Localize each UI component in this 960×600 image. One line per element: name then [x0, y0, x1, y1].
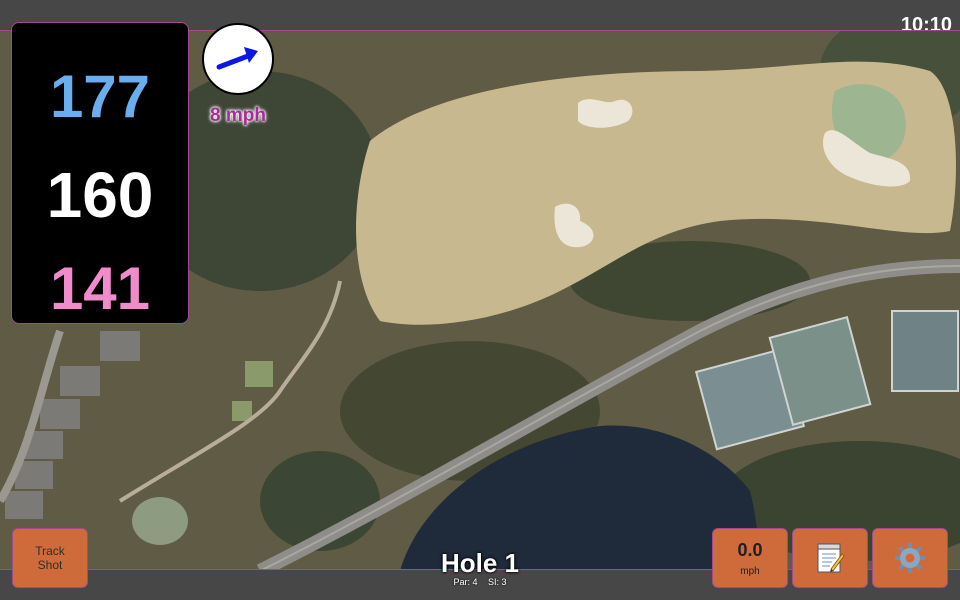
distance-panel: 177 160 141 [11, 22, 189, 324]
gear-icon [895, 543, 925, 573]
settings-button[interactable] [872, 528, 948, 588]
wind-speed-label: 8 mph [210, 105, 266, 126]
arrow-east-northeast-icon [216, 47, 258, 70]
hole-title: Hole 1 [440, 548, 520, 578]
notepad-icon [817, 543, 845, 573]
track-shot-label-line2: Shot [37, 558, 63, 572]
center-distance: 160 [46, 159, 154, 231]
notes-button[interactable] [792, 528, 868, 588]
wind-direction-indicator[interactable] [202, 23, 274, 95]
shot-wind-button[interactable]: 0.0 mph [712, 528, 788, 588]
front-distance: 141 [49, 255, 151, 322]
stroke-index-label: SI: 3 [488, 577, 507, 587]
back-distance: 177 [49, 63, 151, 130]
hole-info: Par: 4 SI: 3 [380, 577, 580, 587]
par-label: Par: 4 [453, 577, 478, 587]
track-shot-label-line1: Track [35, 544, 65, 558]
shot-wind-value: 0.0 [737, 540, 763, 560]
track-shot-button[interactable]: Track Shot [12, 528, 88, 588]
shot-wind-unit: mph [740, 566, 760, 577]
